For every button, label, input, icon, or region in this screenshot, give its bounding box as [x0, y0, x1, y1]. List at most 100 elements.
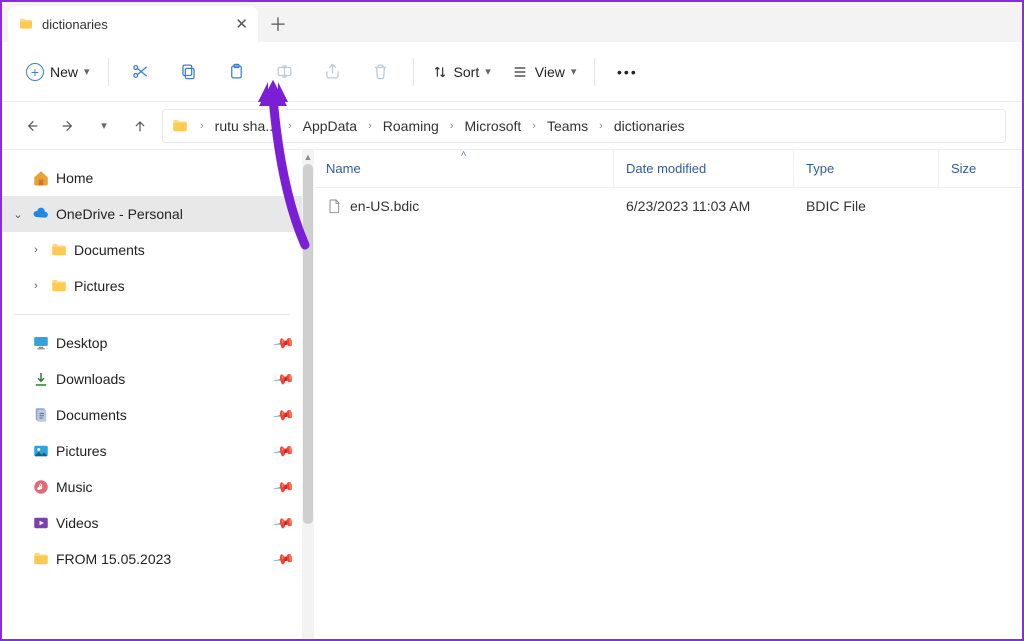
nav-label: Videos: [56, 515, 99, 531]
file-name: en-US.bdic: [350, 198, 419, 214]
chevron-down-icon[interactable]: ⌄: [10, 208, 26, 221]
nav-onedrive-pictures[interactable]: › Pictures: [2, 268, 302, 304]
documents-icon: [32, 406, 50, 424]
nav-music[interactable]: Music 📌: [2, 469, 302, 505]
downloads-icon: [32, 370, 50, 388]
scrollbar-thumb[interactable]: [303, 164, 313, 524]
column-type[interactable]: Type: [794, 150, 939, 187]
column-size[interactable]: Size: [939, 150, 1022, 187]
nav-pictures[interactable]: Pictures 📌: [2, 433, 302, 469]
share-button[interactable]: [311, 53, 355, 91]
chevron-right-icon[interactable]: ›: [529, 120, 539, 132]
nav-onedrive-documents[interactable]: › Documents: [2, 232, 302, 268]
delete-button[interactable]: [359, 53, 403, 91]
music-icon: [32, 478, 50, 496]
sort-button[interactable]: Sort ▾: [424, 53, 499, 91]
nav-label: Desktop: [56, 335, 107, 351]
breadcrumb-segment[interactable]: Teams: [543, 116, 592, 136]
pin-icon: 📌: [271, 511, 295, 535]
sidebar-separator: [14, 314, 290, 315]
copy-button[interactable]: [167, 53, 211, 91]
nav-downloads[interactable]: Downloads 📌: [2, 361, 302, 397]
nav-label: Documents: [56, 407, 127, 423]
nav-documents[interactable]: Documents 📌: [2, 397, 302, 433]
toolbar: + New ▾: [2, 42, 1022, 102]
scissors-icon: [131, 62, 150, 81]
nav-label: Music: [56, 479, 93, 495]
desktop-icon: [32, 334, 50, 352]
nav-label: FROM 15.05.2023: [56, 551, 171, 567]
column-label: Size: [951, 161, 976, 176]
scroll-up-icon[interactable]: ▲: [304, 152, 313, 162]
new-button[interactable]: + New ▾: [18, 53, 98, 91]
view-button[interactable]: View ▾: [503, 53, 585, 91]
sidebar-scrollbar[interactable]: ▲: [302, 150, 314, 639]
toolbar-divider: [108, 58, 109, 86]
column-date-modified[interactable]: Date modified: [614, 150, 794, 187]
sort-icon: [432, 64, 448, 80]
chevron-right-icon[interactable]: ›: [596, 120, 606, 132]
nav-label: Downloads: [56, 371, 125, 387]
chevron-right-icon[interactable]: ›: [197, 120, 207, 132]
breadcrumb-segment[interactable]: Microsoft: [460, 116, 525, 136]
tab-title: dictionaries: [42, 17, 108, 32]
tab-dictionaries[interactable]: dictionaries ✕: [8, 6, 258, 42]
chevron-down-icon: ▾: [84, 65, 90, 78]
file-list-pane: ˄ Name Date modified Type Size: [314, 150, 1022, 639]
chevron-right-icon[interactable]: ›: [285, 120, 295, 132]
trash-icon: [371, 62, 390, 81]
column-label: Name: [326, 161, 361, 176]
breadcrumb-segment[interactable]: dictionaries: [610, 116, 689, 136]
pin-icon: 📌: [271, 439, 295, 463]
pin-icon: 📌: [271, 367, 295, 391]
nav-desktop[interactable]: Desktop 📌: [2, 325, 302, 361]
nav-label: Pictures: [56, 443, 107, 459]
column-headers: ˄ Name Date modified Type Size: [314, 150, 1022, 188]
pin-icon: 📌: [271, 331, 295, 355]
column-label: Type: [806, 161, 834, 176]
breadcrumb-segment[interactable]: Roaming: [379, 116, 443, 136]
folder-icon: [171, 117, 189, 135]
chevron-right-icon[interactable]: ›: [365, 120, 375, 132]
chevron-down-icon: ▾: [101, 119, 107, 132]
breadcrumb-segment[interactable]: AppData: [299, 116, 361, 136]
chevron-down-icon: ▾: [485, 65, 491, 78]
column-name[interactable]: ˄ Name: [314, 150, 614, 187]
file-row[interactable]: en-US.bdic 6/23/2023 11:03 AM BDIC File: [314, 188, 1022, 224]
chevron-right-icon[interactable]: ›: [447, 120, 457, 132]
nav-home[interactable]: Home: [2, 160, 302, 196]
breadcrumb-segment[interactable]: rutu sha...: [211, 116, 281, 136]
close-tab-icon[interactable]: ✕: [235, 15, 248, 33]
body: Home ⌄ OneDrive - Personal › Documents ›: [2, 150, 1022, 639]
clipboard-icon: [227, 62, 246, 81]
back-button[interactable]: [18, 112, 46, 140]
chevron-down-icon: ▾: [571, 65, 577, 78]
chevron-right-icon[interactable]: ›: [28, 244, 44, 256]
file-date: 6/23/2023 11:03 AM: [614, 198, 794, 214]
nav-label: Pictures: [74, 278, 125, 294]
cut-button[interactable]: [119, 53, 163, 91]
list-view-icon: [511, 64, 529, 80]
folder-icon: [32, 550, 50, 568]
paste-button[interactable]: [215, 53, 259, 91]
rename-button[interactable]: [263, 53, 307, 91]
new-button-label: New: [50, 64, 78, 80]
address-bar[interactable]: › rutu sha... › AppData › Roaming › Micr…: [162, 109, 1006, 143]
column-label: Date modified: [626, 161, 706, 176]
toolbar-divider: [594, 58, 595, 86]
folder-icon: [50, 277, 68, 295]
plus-circle-icon: +: [26, 63, 44, 81]
onedrive-icon: [32, 205, 50, 223]
chevron-right-icon[interactable]: ›: [28, 280, 44, 292]
sort-button-label: Sort: [454, 64, 480, 80]
forward-button[interactable]: [54, 112, 82, 140]
recent-locations-button[interactable]: ▾: [90, 112, 118, 140]
tab-strip: dictionaries ✕ ＋: [2, 2, 1022, 42]
more-button[interactable]: •••: [605, 53, 649, 91]
nav-from-folder[interactable]: FROM 15.05.2023 📌: [2, 541, 302, 577]
file-icon: [326, 198, 342, 214]
nav-videos[interactable]: Videos 📌: [2, 505, 302, 541]
new-tab-button[interactable]: ＋: [258, 6, 298, 42]
up-button[interactable]: [126, 112, 154, 140]
nav-onedrive[interactable]: ⌄ OneDrive - Personal: [2, 196, 302, 232]
